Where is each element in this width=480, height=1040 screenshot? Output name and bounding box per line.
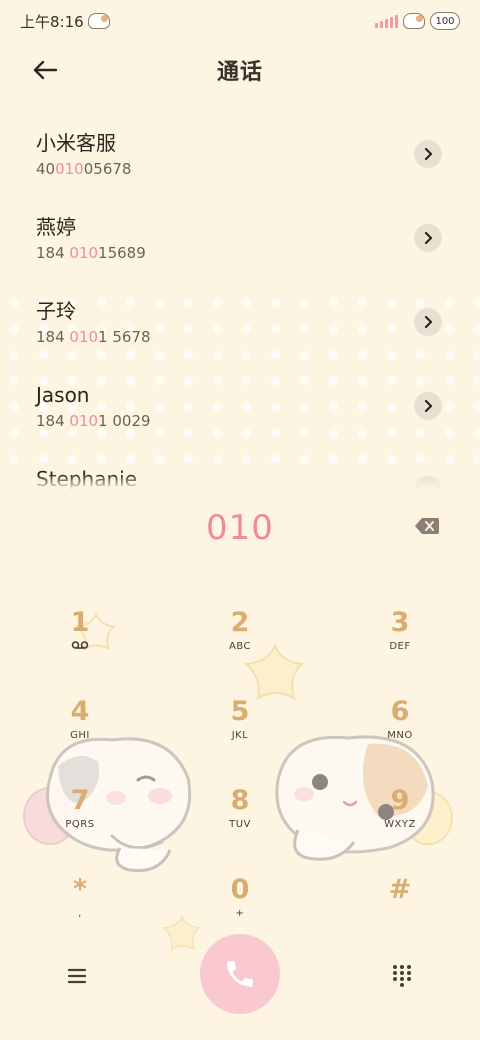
signal-icon xyxy=(375,14,398,28)
cat-face-icon xyxy=(87,13,110,29)
key-1[interactable]: 1 xyxy=(20,606,140,686)
key-letters: TUV xyxy=(229,819,251,830)
dial-display: 010 xyxy=(0,500,480,556)
dial-keypad: 1 2 ABC 3 DEF 4 GHI 5 JKL 6 MNO 7 PQRS 8… xyxy=(0,592,480,948)
key-digit: # xyxy=(388,874,412,905)
status-time: 上午8:16 xyxy=(20,12,84,31)
key-7[interactable]: 7 PQRS xyxy=(20,784,140,864)
header: 通话 xyxy=(0,44,480,96)
contact-number: 184 01015689 xyxy=(36,244,146,262)
key-digit: 8 xyxy=(230,785,250,816)
key-digit: 5 xyxy=(230,696,250,727)
key-2[interactable]: 2 ABC xyxy=(180,606,300,686)
contact-number: 184 0101 5678 xyxy=(36,328,151,346)
contact-row[interactable]: 小米客服 4001005678 xyxy=(0,110,480,194)
key-letters: DEF xyxy=(389,641,411,652)
contact-name: Jason xyxy=(36,383,90,407)
contact-detail-button[interactable] xyxy=(414,140,442,168)
key-letters: GHI xyxy=(70,730,90,741)
chevron-right-icon xyxy=(424,232,433,244)
contact-row[interactable]: 燕婷 184 01015689 xyxy=(0,194,480,278)
voicemail-icon xyxy=(71,641,89,649)
key-6[interactable]: 6 MNO xyxy=(340,695,460,775)
key-letters: JKL xyxy=(231,730,249,741)
key-3[interactable]: 3 DEF xyxy=(340,606,460,686)
call-button[interactable] xyxy=(200,934,280,1014)
battery-indicator: 100 xyxy=(430,12,460,30)
key-letters: PQRS xyxy=(65,819,95,830)
arrow-left-icon xyxy=(33,60,58,80)
contact-row[interactable]: 子玲 184 0101 5678 xyxy=(0,278,480,362)
list-fade xyxy=(0,474,480,490)
key-digit: 4 xyxy=(70,696,90,727)
key-8[interactable]: 8 TUV xyxy=(180,784,300,864)
backspace-icon xyxy=(415,518,439,534)
dialed-number: 010 xyxy=(206,508,274,548)
key-letters: ABC xyxy=(228,641,251,652)
chevron-right-icon xyxy=(424,316,433,328)
status-bar: 上午8:16 100 xyxy=(0,0,480,42)
key-4[interactable]: 4 GHI xyxy=(20,695,140,775)
contact-name: 燕婷 xyxy=(36,215,76,239)
menu-icon xyxy=(67,968,87,984)
bottom-bar xyxy=(0,934,480,1018)
contact-detail-button[interactable] xyxy=(414,392,442,420)
dialpad-toggle-button[interactable] xyxy=(388,962,416,990)
contact-detail-button[interactable] xyxy=(414,224,442,252)
contact-number: 4001005678 xyxy=(36,160,132,178)
contact-row[interactable]: Jason 184 0101 0029 xyxy=(0,362,480,446)
dialpad-icon xyxy=(393,965,411,987)
phone-icon xyxy=(227,961,253,987)
key-digit: * xyxy=(72,874,88,905)
backspace-button[interactable] xyxy=(414,516,440,536)
chevron-right-icon xyxy=(424,400,433,412)
menu-button[interactable] xyxy=(62,964,92,988)
key-letters: MNO xyxy=(387,730,413,741)
key-digit: 1 xyxy=(70,607,90,638)
key-digit: 3 xyxy=(390,607,410,638)
key-digit: 6 xyxy=(390,696,410,727)
back-button[interactable] xyxy=(30,56,60,84)
key-digit: 7 xyxy=(70,785,90,816)
wifi-cat-icon xyxy=(403,13,425,29)
key-digit: 2 xyxy=(230,607,250,638)
key-letters: + xyxy=(235,908,245,919)
key-digit: 0 xyxy=(230,874,250,905)
contact-detail-button[interactable] xyxy=(414,308,442,336)
chevron-right-icon xyxy=(424,148,433,160)
key-9[interactable]: 9 WXYZ xyxy=(340,784,460,864)
contact-name: 子玲 xyxy=(36,299,76,323)
key-digit: 9 xyxy=(390,785,410,816)
key-5[interactable]: 5 JKL xyxy=(180,695,300,775)
key-letters: WXYZ xyxy=(384,819,416,830)
contact-suggestion-list: 小米客服 4001005678 燕婷 184 01015689 子玲 184 0… xyxy=(0,110,480,490)
page-title: 通话 xyxy=(216,60,263,85)
key-letters: , xyxy=(78,908,82,919)
contact-name: 小米客服 xyxy=(36,131,116,155)
contact-number: 184 0101 0029 xyxy=(36,412,151,430)
